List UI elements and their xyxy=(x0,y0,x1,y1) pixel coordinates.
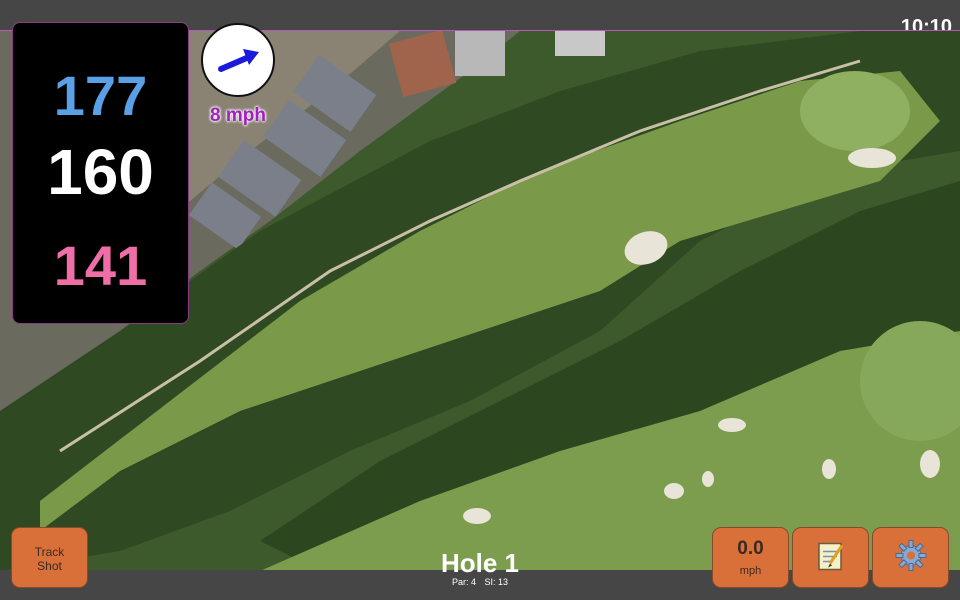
hole-stroke-index: SI: 13 xyxy=(484,577,509,587)
notepad-icon xyxy=(817,542,843,570)
speed-value: 0.0 xyxy=(737,538,764,559)
gear-icon xyxy=(895,539,926,571)
hole-par: Par: 4 xyxy=(451,577,476,587)
wind-speed: 8 mph xyxy=(210,105,266,126)
settings-button[interactable] xyxy=(873,528,948,587)
wind-arrow-icon xyxy=(218,49,259,72)
back-distance: 177 xyxy=(53,64,148,127)
center-distance: 160 xyxy=(47,136,154,208)
front-distance: 141 xyxy=(53,234,148,297)
track-shot-label: Track Shot xyxy=(34,545,65,573)
notes-button[interactable] xyxy=(793,528,868,587)
hole-info: Par: 4 SI: 13 xyxy=(380,577,580,587)
speed-button[interactable]: 0.0 mph xyxy=(713,528,788,587)
speed-unit: mph xyxy=(739,565,762,577)
track-shot-button[interactable]: Track Shot xyxy=(12,528,87,587)
hole-title: Hole 1 xyxy=(440,548,520,578)
wind-indicator xyxy=(201,23,275,97)
distance-panel: 177 160 141 xyxy=(12,22,189,324)
